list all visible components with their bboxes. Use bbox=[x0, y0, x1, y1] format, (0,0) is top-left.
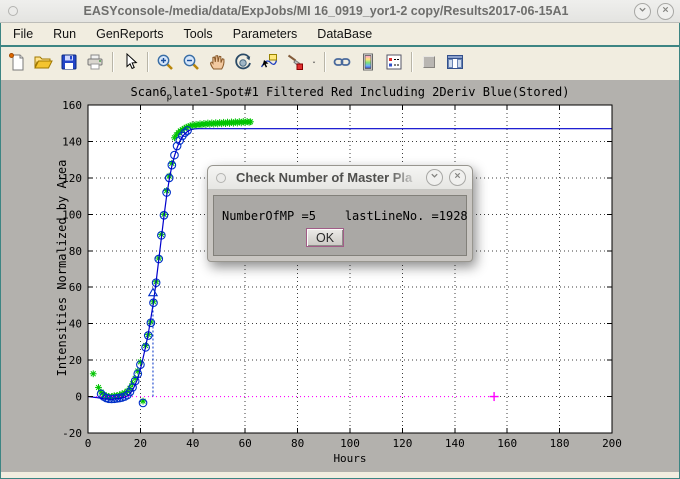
toolbar-separator bbox=[112, 52, 113, 72]
svg-text:40: 40 bbox=[186, 437, 199, 450]
y-axis-label: Intensities Normalized by Area bbox=[55, 160, 69, 377]
colorbar-icon bbox=[358, 52, 378, 72]
menu-database[interactable]: DataBase bbox=[307, 25, 382, 43]
open-file-button[interactable] bbox=[30, 50, 56, 74]
rotate-icon bbox=[233, 52, 253, 72]
chain-link-icon bbox=[332, 52, 352, 72]
dialog-title: Check Number of Master Pla bbox=[236, 170, 426, 185]
chevron-down-icon bbox=[638, 5, 647, 14]
brush-icon bbox=[285, 52, 305, 72]
zoom-out-icon bbox=[181, 52, 201, 72]
dialog-window-icon bbox=[216, 173, 226, 183]
new-document-icon bbox=[7, 52, 27, 72]
chart-title: Scan6plate1-Spot#1 Filtered Red Includin… bbox=[88, 85, 612, 102]
menu-parameters[interactable]: Parameters bbox=[223, 25, 308, 43]
svg-text:0: 0 bbox=[85, 437, 92, 450]
svg-text:160: 160 bbox=[62, 99, 82, 112]
svg-text:20: 20 bbox=[69, 354, 82, 367]
legend-icon bbox=[384, 52, 404, 72]
dialog-titlebar[interactable]: Check Number of Master Pla bbox=[208, 166, 472, 190]
zoom-in-button[interactable] bbox=[152, 50, 178, 74]
svg-text:20: 20 bbox=[134, 437, 147, 450]
dropdown-caret-icon bbox=[311, 52, 317, 72]
insert-colorbar-button[interactable] bbox=[355, 50, 381, 74]
svg-text:80: 80 bbox=[291, 437, 304, 450]
link-plot-button[interactable] bbox=[329, 50, 355, 74]
data-cursor-button[interactable] bbox=[256, 50, 282, 74]
insert-legend-button[interactable] bbox=[381, 50, 407, 74]
menubar: File Run GenReports Tools Parameters Dat… bbox=[1, 23, 679, 47]
toolbar-separator bbox=[147, 52, 148, 72]
dialog-check-number-of-master-plates: Check Number of Master Pla NumberOfMP =5… bbox=[207, 165, 473, 262]
close-button[interactable] bbox=[657, 3, 674, 20]
chart-title-rest: late1-Spot#1 Filtered Red Including 2Der… bbox=[172, 85, 569, 99]
svg-text:120: 120 bbox=[392, 437, 412, 450]
figure-area: 020406080100120140160180200-200204060801… bbox=[1, 80, 679, 472]
chart-plot: 020406080100120140160180200-200204060801… bbox=[1, 80, 679, 473]
save-figure-button[interactable] bbox=[56, 50, 82, 74]
ok-button[interactable]: OK bbox=[306, 228, 344, 247]
svg-text:-20: -20 bbox=[62, 427, 82, 440]
menu-run[interactable]: Run bbox=[43, 25, 86, 43]
pointer-arrow-icon bbox=[120, 52, 140, 72]
menu-genreports[interactable]: GenReports bbox=[86, 25, 173, 43]
printer-icon bbox=[85, 52, 105, 72]
svg-text:60: 60 bbox=[69, 281, 82, 294]
svg-text:140: 140 bbox=[445, 437, 465, 450]
edit-plot-button[interactable] bbox=[117, 50, 143, 74]
svg-text:80: 80 bbox=[69, 245, 82, 258]
svg-text:160: 160 bbox=[497, 437, 517, 450]
close-icon bbox=[661, 5, 670, 14]
new-figure-button[interactable] bbox=[4, 50, 30, 74]
window-title: EASYconsole-/media/data/ExpJobs/MI 16_09… bbox=[18, 4, 634, 18]
svg-text:100: 100 bbox=[340, 437, 360, 450]
dialog-message: NumberOfMP =5 lastLineNo. =1928 bbox=[222, 209, 466, 223]
print-figure-button[interactable] bbox=[82, 50, 108, 74]
svg-text:Hours: Hours bbox=[333, 452, 366, 465]
toolbar bbox=[1, 47, 679, 77]
rotate-3d-button[interactable] bbox=[230, 50, 256, 74]
dialog-minimize-button[interactable] bbox=[426, 169, 443, 186]
hide-plot-tools-button[interactable] bbox=[416, 50, 442, 74]
dialog-close-button[interactable] bbox=[449, 169, 466, 186]
zoom-out-button[interactable] bbox=[178, 50, 204, 74]
window-titlebar[interactable]: EASYconsole-/media/data/ExpJobs/MI 16_09… bbox=[0, 0, 680, 23]
chart-title-prefix: Scan6 bbox=[131, 85, 167, 99]
app-window: EASYconsole-/media/data/ExpJobs/MI 16_09… bbox=[0, 0, 680, 479]
svg-text:60: 60 bbox=[239, 437, 252, 450]
toolbar-separator bbox=[411, 52, 412, 72]
toolbar-separator bbox=[324, 52, 325, 72]
data-cursor-icon bbox=[259, 52, 279, 72]
svg-text:40: 40 bbox=[69, 318, 82, 331]
show-plot-tools-button[interactable] bbox=[442, 50, 468, 74]
pan-button[interactable] bbox=[204, 50, 230, 74]
open-folder-icon bbox=[33, 52, 53, 72]
svg-text:180: 180 bbox=[550, 437, 570, 450]
menu-tools[interactable]: Tools bbox=[174, 25, 223, 43]
save-floppy-icon bbox=[59, 52, 79, 72]
dialog-panel: NumberOfMP =5 lastLineNo. =1928 OK bbox=[213, 195, 467, 256]
svg-text:200: 200 bbox=[602, 437, 622, 450]
show-plot-tools-icon bbox=[445, 52, 465, 72]
brush-data-button[interactable] bbox=[282, 50, 308, 74]
dialog-body: NumberOfMP =5 lastLineNo. =1928 OK bbox=[208, 190, 472, 261]
window-icon bbox=[8, 6, 18, 16]
menu-file[interactable]: File bbox=[3, 25, 43, 43]
chevron-down-icon bbox=[430, 171, 439, 180]
brush-dropdown-button[interactable] bbox=[308, 50, 320, 74]
hide-plot-tools-icon bbox=[419, 52, 439, 72]
zoom-in-icon bbox=[155, 52, 175, 72]
hand-pan-icon bbox=[207, 52, 227, 72]
minimize-button[interactable] bbox=[634, 3, 651, 20]
close-icon bbox=[453, 171, 462, 180]
svg-text:0: 0 bbox=[75, 391, 82, 404]
svg-text:140: 140 bbox=[62, 135, 82, 148]
